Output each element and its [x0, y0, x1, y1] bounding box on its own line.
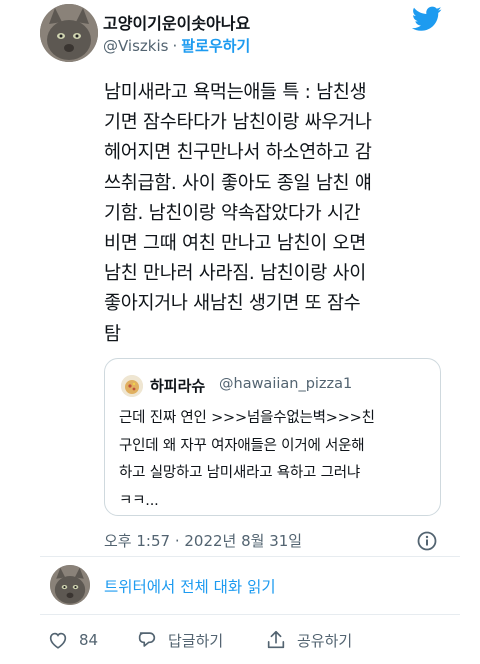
share-upload-icon	[267, 630, 285, 649]
quoted-tweet-card[interactable]: 하피라슈 @hawaiian_pizza1 근데 진짜 연인 >>>넘을수없는벽…	[104, 358, 441, 516]
divider-bottom	[40, 614, 460, 615]
reply-bubble-icon	[138, 632, 156, 647]
author-handle[interactable]: @Viszkis	[103, 37, 168, 55]
cat-avatar-image	[50, 565, 90, 605]
cat-avatar-image	[40, 4, 98, 62]
pizza-avatar-image	[121, 375, 143, 397]
heart-icon	[49, 632, 67, 649]
quoted-tweet-text: 근데 진짜 연인 >>>넘을수없는벽>>>친 구인데 왜 자꾸 여자애들은 이거…	[119, 410, 375, 509]
twitter-bird-icon[interactable]	[412, 6, 442, 32]
info-icon[interactable]	[417, 531, 437, 551]
thread-avatar	[50, 565, 90, 605]
quoted-author-handle: @hawaiian_pizza1	[219, 376, 353, 392]
share-button[interactable]: 공유하기	[265, 624, 352, 656]
tweet-header: 고양이기운이솟아나요 @Viszkis · 팔로우하기	[40, 2, 450, 64]
divider-top	[40, 556, 460, 557]
quoted-author-name: 하피라슈	[150, 377, 206, 395]
action-bar: 84 답글하기 공유하기	[0, 624, 480, 658]
like-count: 84	[79, 631, 99, 649]
author-avatar[interactable]	[40, 4, 98, 62]
tweet-timestamp[interactable]: 오후 1:57 · 2022년 8월 31일	[104, 530, 302, 551]
follow-button[interactable]: 팔로우하기	[181, 37, 250, 55]
share-label: 공유하기	[297, 631, 353, 650]
author-display-name[interactable]: 고양이기운이솟아나요	[103, 10, 250, 34]
reply-button[interactable]: 답글하기	[136, 624, 223, 656]
like-button[interactable]: 84	[47, 624, 98, 656]
author-handle-row: @Viszkis · 팔로우하기	[103, 35, 250, 56]
read-full-thread-link[interactable]: 트위터에서 전체 대화 읽기	[104, 575, 276, 597]
tweet-body-text: 남미새라고 욕먹는애들 특 : 남친생 기면 잠수타다가 남친이랑 싸우거나 헤…	[104, 82, 372, 345]
quoted-author-avatar	[121, 375, 143, 397]
reply-label: 답글하기	[168, 631, 224, 650]
separator-dot: ·	[172, 37, 178, 55]
